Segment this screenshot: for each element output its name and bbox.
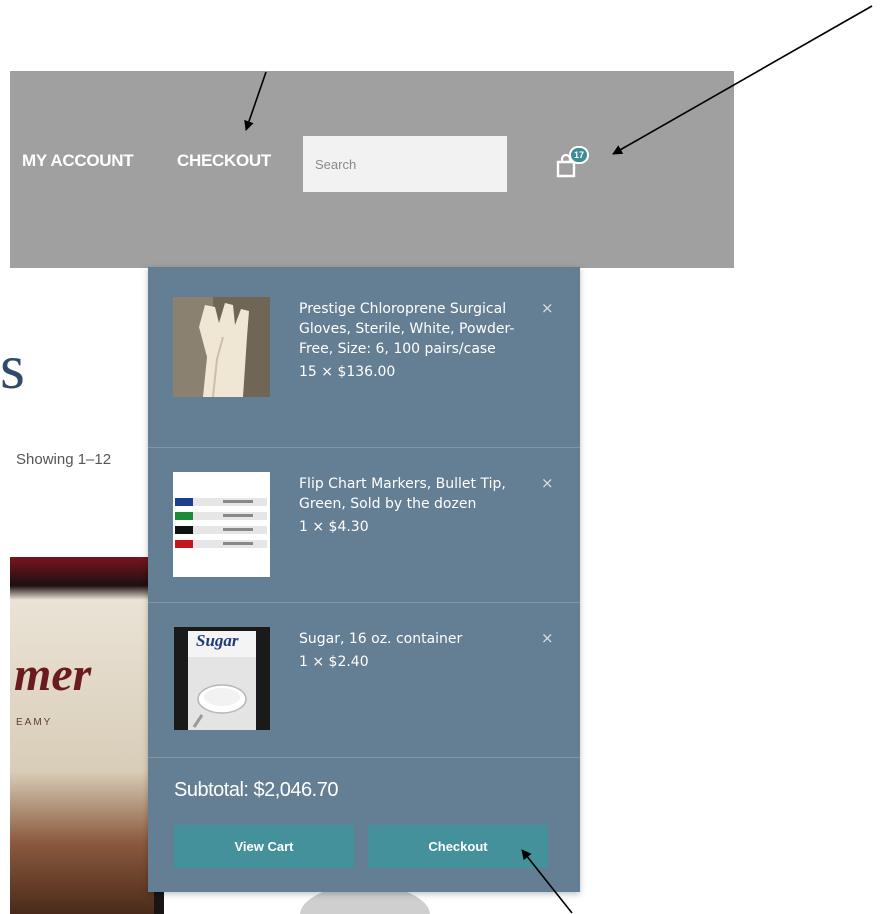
remove-item-button[interactable]: × xyxy=(541,629,554,647)
search-input[interactable] xyxy=(303,136,507,192)
glove-image[interactable] xyxy=(173,297,270,397)
sugar-image[interactable]: Sugar xyxy=(174,627,270,730)
view-cart-button[interactable]: View Cart xyxy=(174,825,354,868)
cart-item: Flip Chart Markers, Bullet Tip, Green, S… xyxy=(148,448,580,603)
cart-item: Sugar Sugar, 16 oz. container 1 × $2.40 … xyxy=(148,603,580,758)
remove-item-button[interactable]: × xyxy=(541,299,554,317)
cart-item-info: Prestige Chloroprene Surgical Gloves, St… xyxy=(299,299,529,382)
cart-count-badge: 17 xyxy=(569,146,590,164)
product-image-subtext: EAMY xyxy=(16,717,53,728)
cart-item-name[interactable]: Flip Chart Markers, Bullet Tip, Green, S… xyxy=(299,474,529,514)
cart-item-info: Sugar, 16 oz. container 1 × $2.40 xyxy=(299,629,529,672)
product-image[interactable]: mer EAMY xyxy=(10,557,164,914)
remove-item-button[interactable]: × xyxy=(541,474,554,492)
checkout-button[interactable]: Checkout xyxy=(368,825,548,868)
cart-button[interactable]: 17 xyxy=(555,146,591,180)
cart-item-quantity-price: 15 × $136.00 xyxy=(299,364,396,380)
cart-item-name[interactable]: Sugar, 16 oz. container xyxy=(299,629,529,649)
sugar-image-label: Sugar xyxy=(196,631,239,650)
cart-item-info: Flip Chart Markers, Bullet Tip, Green, S… xyxy=(299,474,529,537)
mini-cart-dropdown: Prestige Chloroprene Surgical Gloves, St… xyxy=(148,267,580,892)
nav-my-account-link[interactable]: MY ACCOUNT xyxy=(22,151,134,171)
site-header: MY ACCOUNT CHECKOUT 17 xyxy=(10,71,734,268)
markers-image[interactable] xyxy=(173,472,270,577)
cart-item-quantity-price: 1 × $2.40 xyxy=(299,654,369,670)
results-count: Showing 1–12 xyxy=(16,451,112,468)
cart-subtotal: Subtotal: $2,046.70 xyxy=(174,779,338,801)
product-image-text: mer xyxy=(14,648,92,701)
cart-item: Prestige Chloroprene Surgical Gloves, St… xyxy=(148,267,580,448)
cart-item-quantity-price: 1 × $4.30 xyxy=(299,519,369,535)
cart-item-name[interactable]: Prestige Chloroprene Surgical Gloves, St… xyxy=(299,299,529,359)
nav-checkout-link[interactable]: CHECKOUT xyxy=(177,151,271,171)
page-heading-fragment: s xyxy=(0,331,25,402)
